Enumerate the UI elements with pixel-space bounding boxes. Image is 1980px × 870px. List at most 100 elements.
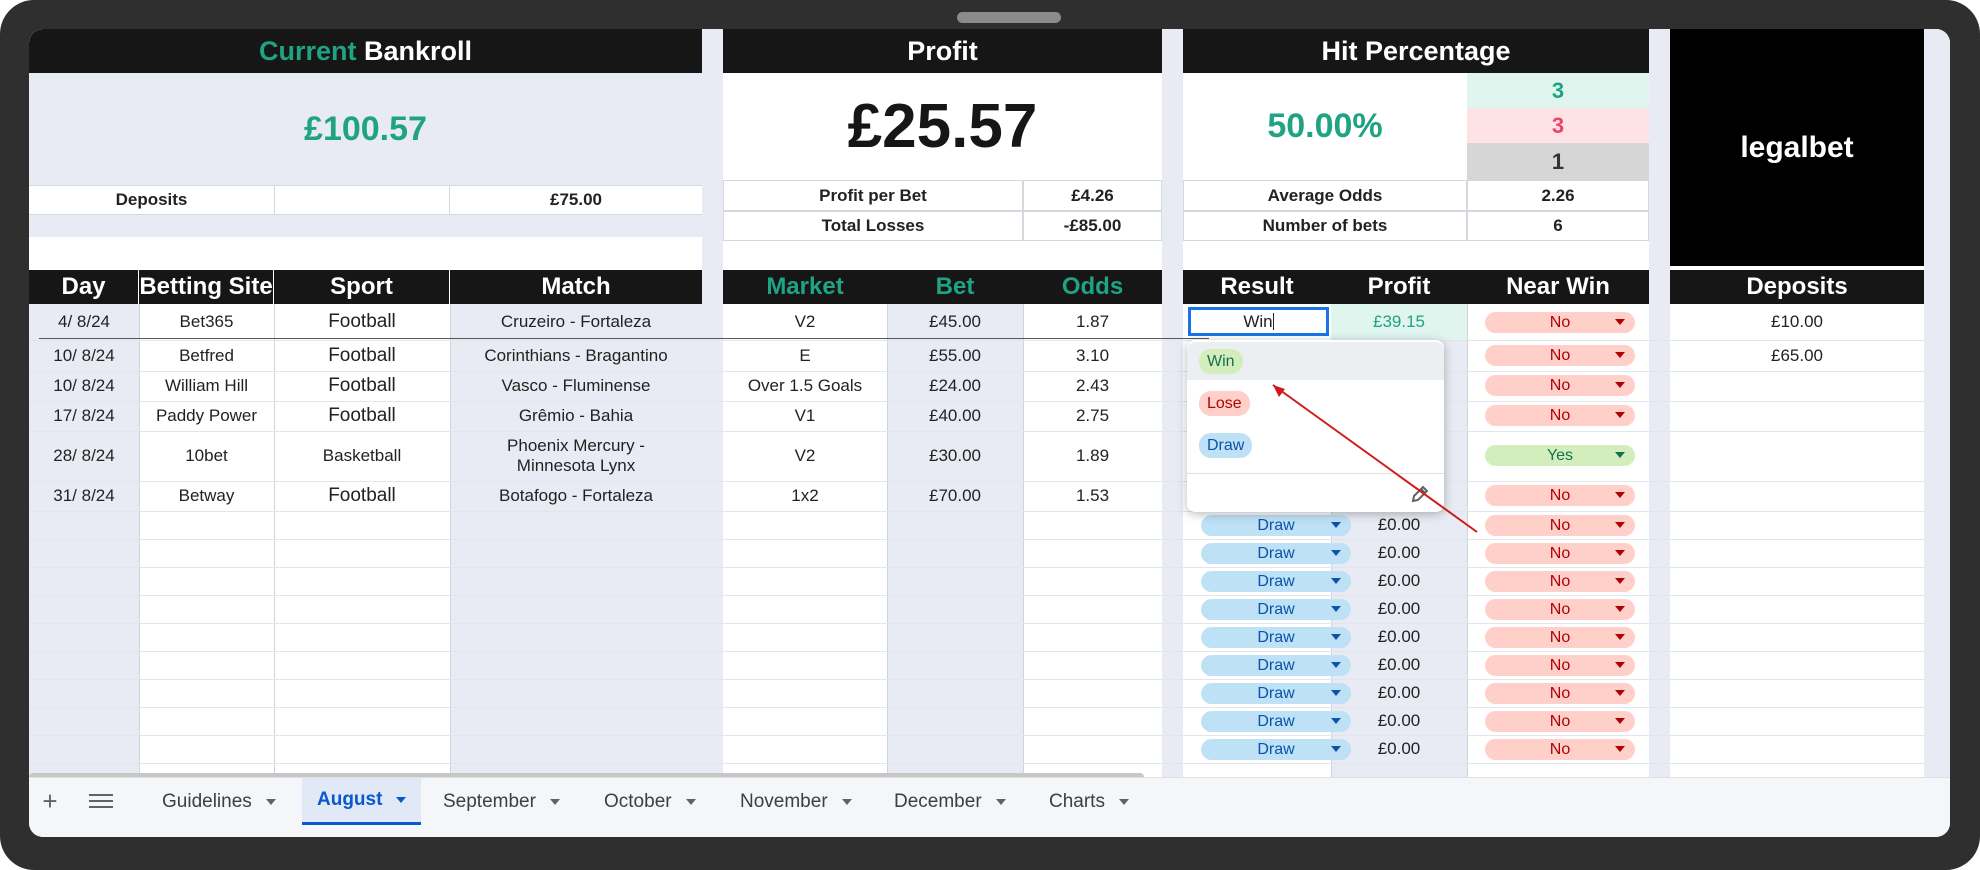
row-betting-site[interactable]: Bet365 xyxy=(139,304,274,340)
near-win-dropdown[interactable]: No xyxy=(1485,485,1635,506)
result-value: Draw xyxy=(1257,600,1295,618)
row-match[interactable]: Cruzeiro - Fortaleza xyxy=(450,304,702,340)
row-profit[interactable]: £0.00 xyxy=(1331,623,1467,651)
near-win-dropdown[interactable]: No xyxy=(1485,627,1635,648)
row-profit[interactable]: £0.00 xyxy=(1331,567,1467,595)
row-day[interactable]: 28/ 8/24 xyxy=(29,431,139,481)
result-dropdown[interactable]: Draw xyxy=(1201,627,1351,648)
row-odds[interactable]: 1.53 xyxy=(1023,481,1162,511)
row-day[interactable]: 4/ 8/24 xyxy=(29,304,139,340)
header-bet: Bet xyxy=(887,270,1023,304)
deposit-entry[interactable]: £10.00 xyxy=(1670,304,1924,340)
result-dropdown[interactable]: Draw xyxy=(1201,655,1351,676)
row-profit[interactable]: £39.15 xyxy=(1331,304,1467,340)
result-dropdown[interactable]: Draw xyxy=(1201,739,1351,760)
near-win-dropdown[interactable]: No xyxy=(1485,711,1635,732)
tab-october[interactable]: October xyxy=(604,778,696,826)
add-sheet-icon[interactable]: + xyxy=(35,786,65,816)
row-market[interactable]: V1 xyxy=(723,401,887,431)
near-win-dropdown[interactable]: No xyxy=(1485,375,1635,396)
all-sheets-menu-icon[interactable] xyxy=(89,791,113,811)
row-market[interactable]: V2 xyxy=(723,304,887,340)
row-betting-site[interactable]: 10bet xyxy=(139,431,274,481)
row-match[interactable]: Botafogo - Fortaleza xyxy=(450,481,702,511)
row-market[interactable]: Over 1.5 Goals xyxy=(723,371,887,401)
tab-charts[interactable]: Charts xyxy=(1049,778,1129,826)
row-sport[interactable]: Football xyxy=(274,401,450,431)
near-win-dropdown[interactable]: No xyxy=(1485,599,1635,620)
result-dropdown[interactable]: Draw xyxy=(1201,711,1351,732)
row-bet[interactable]: £30.00 xyxy=(887,431,1023,481)
row-profit[interactable]: £0.00 xyxy=(1331,735,1467,763)
column-gap xyxy=(702,29,723,777)
option-draw[interactable]: Draw xyxy=(1199,433,1253,458)
tab-december[interactable]: December xyxy=(894,778,1006,826)
row-betting-site[interactable]: William Hill xyxy=(139,371,274,401)
tab-november[interactable]: November xyxy=(740,778,852,826)
result-dropdown[interactable]: Draw xyxy=(1201,683,1351,704)
row-day[interactable]: 10/ 8/24 xyxy=(29,340,139,371)
grid-line xyxy=(29,539,1924,540)
row-match[interactable]: Vasco - Fluminense xyxy=(450,371,702,401)
near-win-dropdown[interactable]: No xyxy=(1485,571,1635,592)
row-market[interactable]: E xyxy=(723,340,887,371)
row-odds[interactable]: 2.43 xyxy=(1023,371,1162,401)
chevron-down-icon xyxy=(1118,799,1129,805)
option-win[interactable]: Win xyxy=(1199,349,1243,374)
row-match[interactable]: Phoenix Mercury - Minnesota Lynx xyxy=(450,431,702,481)
tab-guidelines[interactable]: Guidelines xyxy=(162,778,276,826)
row-betting-site[interactable]: Betway xyxy=(139,481,274,511)
header-day: Day xyxy=(29,270,139,304)
tab-september[interactable]: September xyxy=(443,778,560,826)
near-win-dropdown[interactable]: No xyxy=(1485,739,1635,760)
row-bet[interactable]: £40.00 xyxy=(887,401,1023,431)
row-odds[interactable]: 3.10 xyxy=(1023,340,1162,371)
row-betting-site[interactable]: Paddy Power xyxy=(139,401,274,431)
loss-count: 3 xyxy=(1467,108,1649,143)
row-match[interactable]: Corinthians - Bragantino xyxy=(450,340,702,371)
near-win-dropdown[interactable]: No xyxy=(1485,683,1635,704)
row-odds[interactable]: 1.87 xyxy=(1023,304,1162,340)
row-market[interactable]: V2 xyxy=(723,431,887,481)
row-sport[interactable]: Football xyxy=(274,304,450,340)
bankroll-title-accent: Current xyxy=(258,35,357,66)
row-day[interactable]: 10/ 8/24 xyxy=(29,371,139,401)
near-win-dropdown[interactable]: No xyxy=(1485,345,1635,366)
row-profit[interactable]: £0.00 xyxy=(1331,595,1467,623)
row-betting-site[interactable]: Betfred xyxy=(139,340,274,371)
row-odds[interactable]: 1.89 xyxy=(1023,431,1162,481)
row-sport[interactable]: Football xyxy=(274,371,450,401)
near-win-dropdown[interactable]: No xyxy=(1485,655,1635,676)
near-win-dropdown[interactable]: No xyxy=(1485,405,1635,426)
near-win-dropdown[interactable]: Yes xyxy=(1485,445,1635,466)
result-dropdown[interactable]: Draw xyxy=(1201,599,1351,620)
row-sport[interactable]: Football xyxy=(274,340,450,371)
row-sport[interactable]: Football xyxy=(274,481,450,511)
option-lose[interactable]: Lose xyxy=(1199,391,1250,416)
row-day[interactable]: 17/ 8/24 xyxy=(29,401,139,431)
result-cell-editor[interactable]: Win xyxy=(1188,307,1329,336)
near-win-value: No xyxy=(1549,656,1571,674)
row-odds[interactable]: 2.75 xyxy=(1023,401,1162,431)
row-match[interactable]: Grêmio - Bahia xyxy=(450,401,702,431)
chevron-down-icon xyxy=(841,799,852,805)
near-win-dropdown[interactable]: No xyxy=(1485,515,1635,536)
win-count: 3 xyxy=(1467,73,1649,108)
deposits-label: Deposits xyxy=(29,185,274,215)
near-win-dropdown[interactable]: No xyxy=(1485,543,1635,564)
result-dropdown[interactable]: Draw xyxy=(1201,571,1351,592)
row-bet[interactable]: £70.00 xyxy=(887,481,1023,511)
tab-august[interactable]: August xyxy=(302,778,422,825)
bankroll-value: £100.57 xyxy=(29,73,702,185)
row-day[interactable]: 31/ 8/24 xyxy=(29,481,139,511)
deposit-entry[interactable]: £65.00 xyxy=(1670,340,1924,371)
row-profit[interactable]: £0.00 xyxy=(1331,651,1467,679)
row-profit[interactable]: £0.00 xyxy=(1331,679,1467,707)
near-win-dropdown[interactable]: No xyxy=(1485,312,1635,333)
row-bet[interactable]: £45.00 xyxy=(887,304,1023,340)
row-bet[interactable]: £55.00 xyxy=(887,340,1023,371)
row-market[interactable]: 1x2 xyxy=(723,481,887,511)
row-profit[interactable]: £0.00 xyxy=(1331,707,1467,735)
row-bet[interactable]: £24.00 xyxy=(887,371,1023,401)
row-sport[interactable]: Basketball xyxy=(274,431,450,481)
